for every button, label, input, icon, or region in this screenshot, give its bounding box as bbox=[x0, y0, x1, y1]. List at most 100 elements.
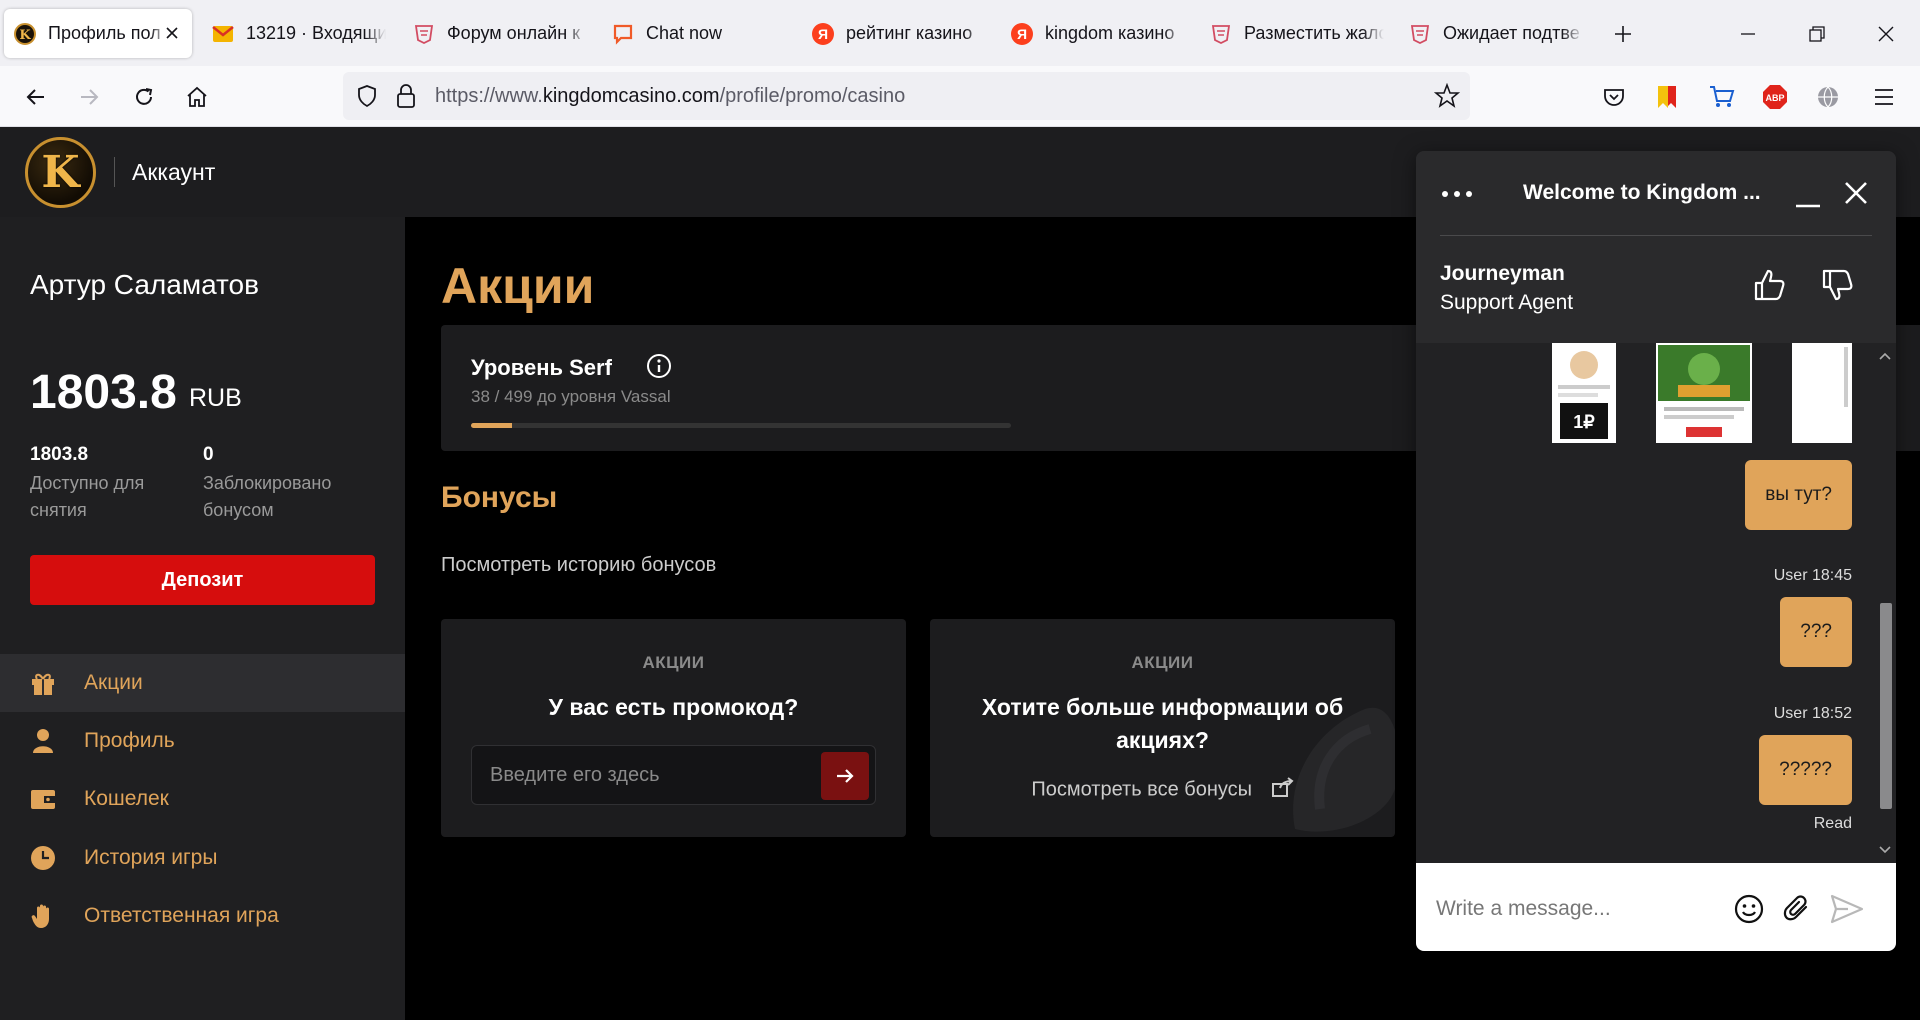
tab-title: 13219 · Входящи bbox=[246, 23, 386, 43]
level-progress-bar bbox=[471, 423, 1011, 428]
header-title: Аккаунт bbox=[132, 159, 216, 185]
close-chat-icon[interactable] bbox=[1842, 179, 1870, 212]
chat-scroll-thumb[interactable] bbox=[1880, 603, 1892, 809]
header-divider bbox=[114, 157, 115, 187]
account-sidebar: Артур Саламатов 1803.8 RUB 1803.8 Доступ… bbox=[0, 217, 405, 1020]
read-receipt: Read bbox=[1813, 815, 1852, 832]
forward-button[interactable] bbox=[72, 80, 106, 114]
user-message-bubble: вы тут? bbox=[1745, 460, 1852, 530]
tab-forum[interactable]: Форум онлайн к bbox=[413, 9, 593, 58]
url-text[interactable]: https://www.kingdomcasino.com/profile/pr… bbox=[435, 85, 905, 108]
globe-icon[interactable] bbox=[1811, 80, 1845, 114]
sidebar-item-game-history[interactable]: История игры bbox=[0, 829, 405, 887]
tab-pending[interactable]: Ожидает подтве bbox=[1409, 9, 1589, 58]
tab-yandex-rating[interactable]: Я рейтинг казино bbox=[812, 9, 992, 58]
tab-chat-now[interactable]: Chat now bbox=[612, 9, 792, 58]
level-progress-text: 38 / 499 до уровня Vassal bbox=[471, 387, 671, 406]
attachment-thumbnail[interactable] bbox=[1792, 343, 1852, 443]
kingdom-favicon-icon: K bbox=[14, 22, 36, 45]
svg-text:K: K bbox=[19, 28, 31, 43]
adblock-icon[interactable]: ABP bbox=[1758, 80, 1792, 114]
home-button[interactable] bbox=[180, 80, 214, 114]
bookmark-star-icon[interactable] bbox=[1433, 82, 1461, 114]
back-button[interactable] bbox=[19, 80, 53, 114]
shield-icon[interactable] bbox=[355, 84, 379, 113]
level-title: Уровень Serf bbox=[471, 355, 612, 380]
cart-icon[interactable] bbox=[1705, 80, 1739, 114]
lock-icon[interactable] bbox=[395, 83, 417, 114]
svg-text:ABP: ABP bbox=[1765, 93, 1784, 103]
send-icon[interactable] bbox=[1830, 892, 1864, 926]
pocket-icon[interactable] bbox=[1597, 80, 1631, 114]
thumbs-down-icon[interactable] bbox=[1820, 267, 1856, 308]
scroll-down-icon[interactable] bbox=[1878, 845, 1892, 855]
svg-text:Я: Я bbox=[1017, 26, 1027, 42]
tab-yandex-kingdom[interactable]: Я kingdom казино bbox=[1011, 9, 1191, 58]
url-host: kingdomcasino.com bbox=[542, 85, 720, 107]
tab-title: Разместить жало bbox=[1244, 23, 1384, 43]
attachment-thumbnail[interactable]: 1₽ bbox=[1552, 343, 1616, 443]
promo-submit-button[interactable] bbox=[821, 752, 869, 800]
thumbs-up-icon[interactable] bbox=[1752, 267, 1788, 308]
gift-icon bbox=[30, 670, 56, 696]
promo-code-placeholder: Введите его здесь bbox=[490, 764, 660, 786]
minimize-window-button[interactable] bbox=[1728, 14, 1768, 54]
sidebar-item-profile[interactable]: Профиль bbox=[0, 712, 405, 770]
new-tab-button[interactable] bbox=[1603, 14, 1643, 54]
chat-input-area[interactable]: Write a message... bbox=[1416, 863, 1896, 951]
available-amount: 1803.8 bbox=[30, 444, 89, 465]
logo-letter: K bbox=[41, 147, 80, 198]
chat-header-divider bbox=[1440, 235, 1872, 236]
scroll-up-icon[interactable] bbox=[1878, 351, 1892, 361]
deposit-button[interactable]: Депозит bbox=[30, 555, 375, 605]
svg-text:1₽: 1₽ bbox=[1573, 412, 1595, 432]
bonus-history-link[interactable]: Посмотреть историю бонусов bbox=[441, 554, 716, 577]
card-heading: У вас есть промокод? bbox=[548, 694, 799, 720]
tab-title: Chat now bbox=[646, 23, 723, 43]
tab-title: Профиль пол bbox=[48, 23, 161, 43]
close-window-button[interactable] bbox=[1866, 14, 1906, 54]
tab-complaint[interactable]: Разместить жало bbox=[1210, 9, 1390, 58]
attachment-thumbnail[interactable] bbox=[1656, 343, 1752, 443]
tab-mail[interactable]: 13219 · Входящи bbox=[212, 9, 392, 58]
promo-code-input[interactable]: Введите его здесь bbox=[471, 745, 876, 805]
level-progress-fill bbox=[471, 423, 513, 428]
sidebar-item-promotions[interactable]: Акции bbox=[0, 654, 405, 712]
all-bonuses-link[interactable]: Посмотреть все бонусы bbox=[930, 777, 1395, 803]
tab-close-icon[interactable] bbox=[162, 23, 182, 43]
sidebar-item-wallet[interactable]: Кошелек bbox=[0, 770, 405, 828]
clock-icon bbox=[30, 845, 56, 871]
user-message-bubble: ??? bbox=[1780, 597, 1852, 667]
sidebar-item-label: Ответственная игра bbox=[84, 904, 279, 927]
all-bonuses-label: Посмотреть все бонусы bbox=[1031, 778, 1253, 801]
sidebar-item-label: Кошелек bbox=[84, 787, 169, 810]
more-options-icon[interactable] bbox=[1440, 187, 1474, 205]
forum-icon bbox=[1210, 23, 1232, 45]
external-link-icon bbox=[1271, 777, 1294, 803]
address-bar[interactable]: https://www.kingdomcasino.com/profile/pr… bbox=[343, 72, 1470, 120]
chat-message-input[interactable]: Write a message... bbox=[1436, 897, 1611, 921]
blocked-label: Заблокировано бонусом bbox=[203, 473, 332, 520]
support-chat-widget: Welcome to Kingdom ... Journeyman Suppor… bbox=[1416, 151, 1896, 951]
bookmark-extension-icon[interactable] bbox=[1650, 80, 1684, 114]
sidebar-item-responsible-gaming[interactable]: Ответственная игра bbox=[0, 887, 405, 945]
forum-icon bbox=[1409, 23, 1431, 45]
promo-info-card: АКЦИИ Хотите больше информации об акциях… bbox=[930, 619, 1395, 837]
info-icon[interactable] bbox=[646, 353, 672, 379]
card-heading: Хотите больше информации об акциях? bbox=[981, 694, 1344, 753]
menu-icon[interactable] bbox=[1867, 80, 1901, 114]
wallet-icon bbox=[30, 786, 56, 812]
tab-title: kingdom казино bbox=[1045, 23, 1175, 43]
kingdom-logo[interactable]: K bbox=[25, 137, 96, 208]
svg-text:Я: Я bbox=[818, 26, 828, 42]
hand-icon bbox=[30, 903, 56, 929]
blocked-amount: 0 bbox=[203, 444, 214, 465]
emoji-icon[interactable] bbox=[1732, 892, 1766, 926]
url-prefix: https://www. bbox=[435, 85, 543, 107]
chat-bubble-icon bbox=[612, 23, 634, 45]
restore-window-button[interactable] bbox=[1797, 14, 1837, 54]
attach-paperclip-icon[interactable] bbox=[1780, 892, 1814, 926]
tab-profile[interactable]: K Профиль пол bbox=[4, 9, 192, 58]
reload-button[interactable] bbox=[127, 80, 161, 114]
minimize-chat-icon[interactable] bbox=[1794, 181, 1822, 214]
